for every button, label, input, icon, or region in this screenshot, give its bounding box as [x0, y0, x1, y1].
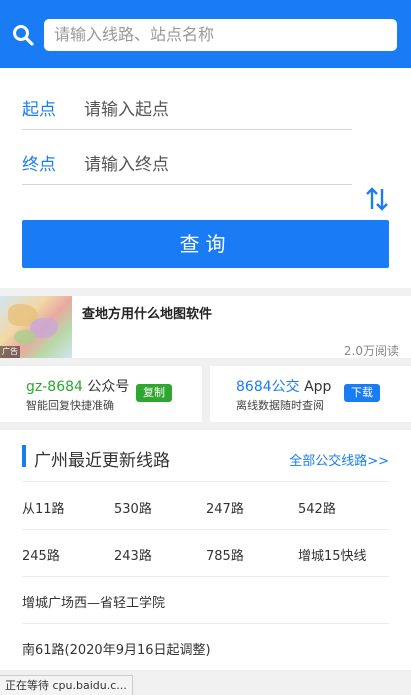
end-label: 终点 — [22, 155, 56, 175]
search-icon[interactable] — [12, 24, 34, 46]
swap-icon[interactable] — [366, 186, 388, 212]
line-item[interactable]: 从11路 — [22, 498, 65, 517]
end-input[interactable]: 请输入终点 — [84, 150, 169, 175]
app-name: 8684公交 App — [236, 379, 332, 395]
query-button[interactable]: 查询 — [22, 220, 389, 268]
top-search-bar: 请输入线路、站点名称 — [0, 0, 411, 68]
line-item[interactable]: 245路 — [22, 545, 60, 564]
line-item[interactable]: 南61路(2020年9月16日起调整) — [22, 639, 211, 658]
line-item[interactable]: 530路 — [114, 498, 152, 517]
end-row[interactable]: 终点 请输入终点 — [22, 139, 352, 185]
section-marker — [22, 445, 26, 467]
recent-lines-section: 广州最近更新线路 全部公交线路>> 从11路 530路 247路 542路 24… — [0, 430, 411, 670]
line-item[interactable]: 增城15快线 — [298, 545, 367, 564]
copy-button[interactable]: 复制 — [136, 384, 172, 402]
start-row[interactable]: 起点 请输入起点 — [22, 84, 352, 130]
line-item[interactable]: 247路 — [206, 498, 244, 517]
app-desc: 离线数据随时查阅 — [236, 399, 324, 412]
wechat-name: gz-8684 公众号 — [26, 379, 130, 395]
ad-banner[interactable]: 广告 查地方用什么地图软件 2.0万阅读 — [0, 296, 411, 358]
ad-tag: 广告 — [0, 346, 20, 358]
start-label: 起点 — [22, 100, 56, 120]
ad-title[interactable]: 查地方用什么地图软件 — [82, 303, 212, 322]
start-input[interactable]: 请输入起点 — [84, 95, 169, 120]
browser-status-bar: 正在等待 cpu.baidu.c... — [0, 675, 133, 695]
line-item[interactable]: 542路 — [298, 498, 336, 517]
route-planner: 起点 请输入起点 终点 请输入终点 查询 — [0, 68, 411, 288]
download-button[interactable]: 下载 — [344, 384, 380, 402]
wechat-promo: gz-8684 公众号 智能回复快捷准确 复制 — [0, 366, 202, 422]
ad-read-count: 2.0万阅读 — [343, 344, 399, 358]
line-item[interactable]: 增城广场西—省轻工学院 — [22, 592, 165, 611]
section-title: 广州最近更新线路 — [34, 451, 170, 471]
line-item[interactable]: 785路 — [206, 545, 244, 564]
line-item[interactable]: 243路 — [114, 545, 152, 564]
ad-map-thumbnail[interactable]: 广告 — [0, 296, 72, 358]
search-input[interactable]: 请输入线路、站点名称 — [44, 19, 397, 51]
app-promo: 8684公交 App 离线数据随时查阅 下载 — [210, 366, 411, 422]
all-lines-link[interactable]: 全部公交线路>> — [289, 450, 389, 469]
wechat-desc: 智能回复快捷准确 — [26, 399, 114, 412]
